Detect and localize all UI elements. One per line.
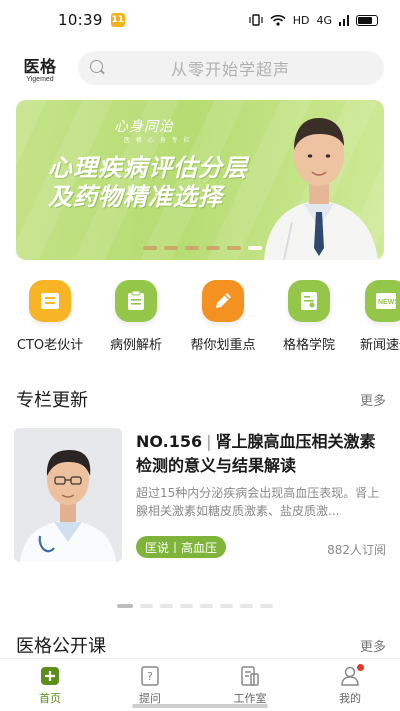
banner-title: 心理疾病评估分层 及药物精准选择 xyxy=(48,154,248,212)
banner-pagination xyxy=(143,246,262,250)
doctor-portrait xyxy=(264,118,378,260)
banner-dot xyxy=(185,246,199,250)
quick-nav-label: 帮你划重点 xyxy=(190,338,256,353)
svg-text:NEWS: NEWS xyxy=(378,299,397,306)
article-description: 超过15种内分泌疾病会出现高血压表现。肾上腺相关激素如糖皮质激素、盐皮质激... xyxy=(136,486,380,518)
banner-title-line1: 心理疾病评估分层 xyxy=(48,154,248,182)
tab-profile[interactable]: 我的 xyxy=(300,659,400,711)
banner-dot xyxy=(206,246,220,250)
quick-nav-label: 新闻速递 xyxy=(359,338,400,353)
header: 医格 Yigemed 从零开始学超声 xyxy=(0,48,400,88)
search-icon xyxy=(90,60,106,76)
app-notification-icon: 11 xyxy=(110,13,125,27)
banner-title-line2: 及药物精准选择 xyxy=(48,183,223,211)
search-placeholder: 从零开始学超声 xyxy=(171,60,291,79)
wifi-icon xyxy=(270,14,286,26)
quick-nav: CTO老伙计 病例解析 帮你划重点 格格学院 NEWS 新闻速递 xyxy=(0,280,400,360)
vibrate-icon xyxy=(249,14,263,26)
section-title: 医格公开课 xyxy=(16,636,106,657)
certificate-icon xyxy=(288,280,330,322)
more-link[interactable]: 更多 xyxy=(360,636,386,655)
column-section-header: 专栏更新 更多 xyxy=(16,386,386,412)
course-section-header: 医格公开课 更多 xyxy=(16,632,386,658)
banner-dot xyxy=(143,246,157,250)
article-title: NO.156 | 肾上腺高血压相关激素检测的意义与结果解读 xyxy=(136,430,386,478)
article-card[interactable]: NO.156 | 肾上腺高血压相关激素检测的意义与结果解读 超过15种内分泌疾病会出… xyxy=(14,428,386,564)
more-link[interactable]: 更多 xyxy=(360,390,386,409)
quick-nav-label: 病例解析 xyxy=(109,338,162,353)
signal-label: 4G xyxy=(316,13,332,27)
article-pagination xyxy=(117,604,273,608)
pager-dot xyxy=(200,604,213,608)
question-icon: ? xyxy=(141,666,159,686)
clipboard-icon xyxy=(115,280,157,322)
quick-nav-academy[interactable]: 格格学院 xyxy=(269,280,349,353)
tab-label: 我的 xyxy=(339,692,361,705)
home-indicator xyxy=(132,704,268,708)
pager-dot xyxy=(180,604,193,608)
banner-dot-active xyxy=(248,246,262,250)
quick-nav-cto[interactable]: CTO老伙计 xyxy=(10,280,90,353)
article-thumbnail xyxy=(14,428,122,562)
battery-icon xyxy=(356,14,378,26)
logo-subtext: Yigemed xyxy=(26,76,54,83)
search-input[interactable]: 从零开始学超声 xyxy=(78,51,384,85)
subscriber-count: 882人订阅 xyxy=(327,543,386,557)
pager-dot-active xyxy=(117,604,133,608)
network-label: HD xyxy=(292,13,310,27)
logo-text: 医格 xyxy=(23,57,57,76)
status-time: 10:39 xyxy=(58,11,103,29)
quick-nav-case[interactable]: 病例解析 xyxy=(96,280,176,353)
quick-nav-label: CTO老伙计 xyxy=(16,338,84,353)
banner-dot xyxy=(164,246,178,250)
news-icon: NEWS xyxy=(365,280,400,322)
tab-home[interactable]: 首页 xyxy=(0,659,100,711)
banner-brand: 心身同治 xyxy=(114,119,174,135)
quick-nav-news[interactable]: NEWS 新闻速递 xyxy=(346,280,400,353)
status-indicators: HD 4G xyxy=(249,14,378,27)
article-number: NO.156 xyxy=(136,432,203,451)
pager-dot xyxy=(220,604,233,608)
doctor-avatar-image xyxy=(14,428,122,562)
pager-dot xyxy=(140,604,153,608)
article-tag[interactable]: 匡说丨高血压 xyxy=(136,536,227,558)
signal-bars-icon xyxy=(339,14,349,26)
folder-icon xyxy=(29,280,71,322)
pager-dot xyxy=(160,604,173,608)
article-body: NO.156 | 肾上腺高血压相关激素检测的意义与结果解读 超过15种内分泌疾病会出… xyxy=(136,430,386,520)
title-separator: | xyxy=(206,432,212,451)
status-bar: 10:39 11 HD 4G xyxy=(0,0,400,40)
svg-text:?: ? xyxy=(147,670,153,683)
pager-dot xyxy=(240,604,253,608)
banner-dot xyxy=(227,246,241,250)
quick-nav-label: 格格学院 xyxy=(282,338,335,353)
bottom-tab-bar: 首页 ? 提问 工作室 我的 xyxy=(0,658,400,711)
banner-brand-sub: 医 格 心 身 专 栏 xyxy=(124,137,192,144)
pencil-icon xyxy=(202,280,244,322)
studio-icon xyxy=(241,666,259,686)
app-logo: 医格 Yigemed xyxy=(18,53,62,83)
tab-label: 首页 xyxy=(39,692,61,705)
pager-dot xyxy=(260,604,273,608)
quick-nav-highlight[interactable]: 帮你划重点 xyxy=(183,280,263,353)
promo-banner[interactable]: 心身同治 医 格 心 身 专 栏 心理疾病评估分层 及药物精准选择 xyxy=(16,100,384,260)
notification-dot xyxy=(357,664,364,671)
section-title: 专栏更新 xyxy=(16,390,88,411)
home-plus-icon xyxy=(41,667,59,685)
